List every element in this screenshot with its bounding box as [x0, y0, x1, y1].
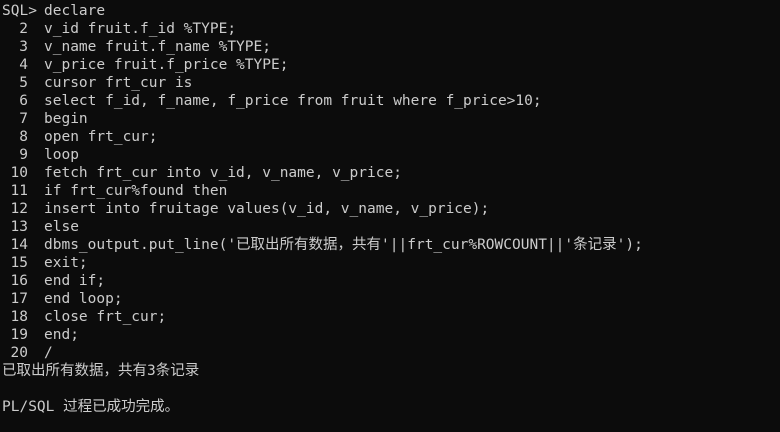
- code-line: 17 end loop;: [2, 290, 780, 308]
- code-text: loop: [44, 147, 79, 163]
- code-text: v_id fruit.f_id %TYPE;: [44, 21, 237, 37]
- code-line: 13 else: [2, 218, 780, 236]
- line-number: 13: [10, 219, 28, 235]
- sql-prompt: SQL>: [2, 3, 37, 19]
- dbms-output-line: 已取出所有数据，共有3条记录: [2, 363, 200, 379]
- line-number: 15: [10, 255, 28, 271]
- prompt-line: SQL> declare: [2, 2, 780, 20]
- completion-message: PL/SQL 过程已成功完成。: [2, 399, 180, 415]
- code-line: 9 loop: [2, 146, 780, 164]
- code-line: 10 fetch frt_cur into v_id, v_name, v_pri…: [2, 164, 780, 182]
- code-line: 15 exit;: [2, 254, 780, 272]
- code-text: close frt_cur;: [44, 309, 167, 325]
- code-line: 11 if frt_cur%found then: [2, 182, 780, 200]
- code-line: 18 close frt_cur;: [2, 308, 780, 326]
- line-number: 19: [10, 327, 28, 343]
- code-text: v_name fruit.f_name %TYPE;: [44, 39, 271, 55]
- code-line: 20 /: [2, 344, 780, 362]
- code-text: insert into fruitage values(v_id, v_name…: [44, 201, 490, 217]
- code-text: else: [44, 219, 79, 235]
- line-number: 3: [19, 39, 28, 55]
- code-text: end;: [44, 327, 79, 343]
- line-number: 17: [10, 291, 28, 307]
- line-number: 7: [19, 111, 28, 127]
- code-text: /: [44, 345, 53, 361]
- line-number: 9: [19, 147, 28, 163]
- code-text: end if;: [44, 273, 106, 289]
- line-number: 20: [10, 345, 28, 361]
- line-number: 4: [19, 57, 28, 73]
- code-text: fetch frt_cur into v_id, v_name, v_price…: [44, 165, 402, 181]
- code-line: 2 v_id fruit.f_id %TYPE;: [2, 20, 780, 38]
- line-number: 6: [19, 93, 28, 109]
- code-line: 19 end;: [2, 326, 780, 344]
- code-line: 6 select f_id, f_name, f_price from fruit…: [2, 92, 780, 110]
- code-line: 16 end if;: [2, 272, 780, 290]
- command-text: declare: [44, 3, 106, 19]
- line-number: 14: [10, 237, 28, 253]
- code-text: end loop;: [44, 291, 123, 307]
- code-line: 14 dbms_output.put_line('已取出所有数据，共有'||frt…: [2, 236, 780, 254]
- code-line: 5 cursor frt_cur is: [2, 74, 780, 92]
- code-line: 4 v_price fruit.f_price %TYPE;: [2, 56, 780, 74]
- line-number: 2: [19, 21, 28, 37]
- code-line: 3 v_name fruit.f_name %TYPE;: [2, 38, 780, 56]
- line-number: 11: [10, 183, 28, 199]
- line-number: 16: [10, 273, 28, 289]
- code-line: 7 begin: [2, 110, 780, 128]
- code-text: exit;: [44, 255, 88, 271]
- line-number: 10: [10, 165, 28, 181]
- line-number: 8: [19, 129, 28, 145]
- code-text: dbms_output.put_line('已取出所有数据，共有'||frt_c…: [44, 237, 643, 253]
- code-text: open frt_cur;: [44, 129, 158, 145]
- line-number: 18: [10, 309, 28, 325]
- code-text: v_price fruit.f_price %TYPE;: [44, 57, 289, 73]
- code-line: 12 insert into fruitage values(v_id, v_na…: [2, 200, 780, 218]
- code-text: select f_id, f_name, f_price from fruit …: [44, 93, 542, 109]
- terminal-window[interactable]: SQL> declare 2 v_id fruit.f_id %TYPE; 3 v_n…: [0, 0, 780, 432]
- code-line: 8 open frt_cur;: [2, 128, 780, 146]
- code-text: cursor frt_cur is: [44, 75, 193, 91]
- code-text: if frt_cur%found then: [44, 183, 228, 199]
- line-number: 12: [10, 201, 28, 217]
- line-number: 5: [19, 75, 28, 91]
- code-lines: 2 v_id fruit.f_id %TYPE; 3 v_name fruit.f_…: [2, 20, 780, 362]
- code-text: begin: [44, 111, 88, 127]
